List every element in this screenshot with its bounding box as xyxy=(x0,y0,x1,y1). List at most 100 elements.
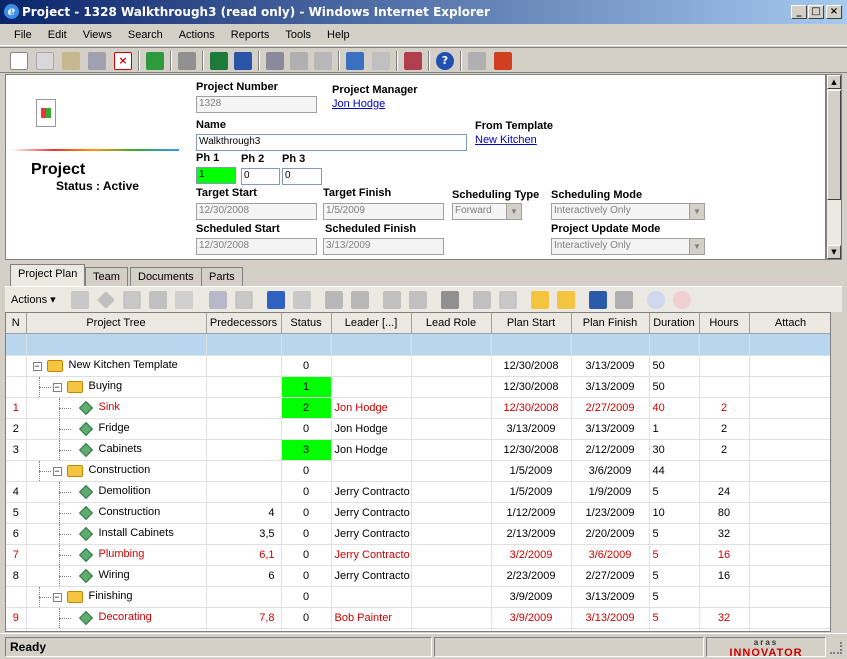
resize-grip[interactable] xyxy=(830,642,842,654)
tab-project-plan[interactable]: Project Plan xyxy=(10,264,86,286)
copy-icon[interactable] xyxy=(209,291,227,309)
help-icon[interactable]: ? xyxy=(436,52,454,70)
exit-icon[interactable] xyxy=(494,52,512,70)
collapse-icon[interactable]: − xyxy=(52,466,62,476)
table-row[interactable]: 9 Decorating 7,8 0 Bob Painter 3/9/2009 3/13/2… xyxy=(6,607,830,629)
column-header-plan-finish[interactable]: Plan Finish xyxy=(571,313,650,334)
table-row[interactable]: 1 Sink 2 Jon Hodge 12/30/2008 2/27/2009 40 2 xyxy=(6,397,830,419)
add-icon[interactable] xyxy=(71,291,89,309)
column-header-status[interactable]: Status xyxy=(281,313,332,334)
menu-tools[interactable]: Tools xyxy=(277,26,319,41)
version-icon[interactable] xyxy=(372,52,390,70)
unlock-icon[interactable] xyxy=(290,52,308,70)
menu-actions[interactable]: Actions xyxy=(171,26,223,41)
menu-edit[interactable]: Edit xyxy=(40,26,75,41)
table-row[interactable]: 5 Construction 4 0 Jerry Contracto 1/12/2009 1… xyxy=(6,502,830,524)
actions-dropdown[interactable]: Actions ▾ xyxy=(11,293,56,306)
tab-parts[interactable]: Parts xyxy=(201,267,243,286)
cell-project-tree[interactable]: Demolition xyxy=(26,481,207,503)
undo-icon[interactable] xyxy=(314,52,332,70)
table-row[interactable]: 3 Cabinets 3 Jon Hodge 12/30/2008 2/12/2009 30… xyxy=(6,439,830,461)
column-header-n[interactable]: N xyxy=(6,313,27,334)
print-icon[interactable] xyxy=(178,52,196,70)
cell-project-tree[interactable]: − Finishing xyxy=(26,586,207,608)
folder-icon[interactable] xyxy=(557,291,575,309)
table-row[interactable]: − Construction 0 1/5/2009 3/6/2009 44 xyxy=(6,460,830,482)
gate-icon[interactable] xyxy=(123,291,141,309)
menu-help[interactable]: Help xyxy=(319,26,358,41)
view-icon[interactable] xyxy=(36,52,54,70)
remove-icon[interactable] xyxy=(235,291,253,309)
collapse-icon[interactable]: − xyxy=(32,361,42,371)
scheduled-finish-field[interactable]: 3/13/2009 xyxy=(323,238,444,255)
folder-add-icon[interactable] xyxy=(175,291,193,309)
paste-icon[interactable] xyxy=(499,291,517,309)
move-down-icon[interactable] xyxy=(383,291,401,309)
lock-icon[interactable] xyxy=(266,52,284,70)
open-icon[interactable] xyxy=(62,52,80,70)
scheduling-mode-select[interactable]: Interactively Only ▼ xyxy=(551,203,705,220)
project-update-mode-select[interactable]: Interactively Only ▼ xyxy=(551,238,705,255)
promote-icon[interactable] xyxy=(346,52,364,70)
column-header-lead-role[interactable]: Lead Role xyxy=(411,313,492,334)
collapse-icon[interactable]: − xyxy=(52,382,62,392)
scroll-down-icon[interactable]: ▼ xyxy=(827,245,841,259)
where-used-icon[interactable] xyxy=(404,52,422,70)
tab-documents[interactable]: Documents xyxy=(130,267,202,286)
milestone-icon[interactable] xyxy=(97,291,115,309)
form-scrollbar[interactable]: ▲ ▼ xyxy=(826,74,842,260)
target-finish-field[interactable]: 1/5/2009 xyxy=(323,203,444,220)
target-start-field[interactable]: 12/30/2008 xyxy=(196,203,317,220)
minimize-button[interactable]: _ xyxy=(791,5,807,19)
chevron-down-icon[interactable]: ▼ xyxy=(689,204,704,219)
calendar-icon[interactable] xyxy=(267,291,285,309)
cell-project-tree[interactable]: Wiring xyxy=(26,565,207,587)
open-folder-icon[interactable] xyxy=(531,291,549,309)
ph3-field[interactable]: 0 xyxy=(282,168,322,185)
outdent-icon[interactable] xyxy=(325,291,343,309)
column-header-predecessors[interactable]: Predecessors xyxy=(206,313,282,334)
table-row[interactable]: 7 Plumbing 6,1 0 Jerry Contracto 3/2/2009 3/6/… xyxy=(6,544,830,566)
cell-project-tree[interactable]: − Buying xyxy=(26,376,207,398)
from-template-link[interactable]: New Kitchen xyxy=(475,134,537,146)
table-row[interactable]: − New Kitchen Template 0 12/30/2008 3/13/200… xyxy=(6,355,830,377)
cell-project-tree[interactable]: Install Cabinets xyxy=(26,523,207,545)
cell-project-tree[interactable]: Sink xyxy=(26,397,207,419)
gantt-icon[interactable] xyxy=(589,291,607,309)
scroll-up-icon[interactable]: ▲ xyxy=(827,75,841,89)
column-header-leader[interactable]: Leader [...] xyxy=(331,313,412,334)
logout-icon[interactable] xyxy=(468,52,486,70)
column-header-duration[interactable]: Duration xyxy=(649,313,700,334)
project-manager-link[interactable]: Jon Hodge xyxy=(332,98,385,110)
scheduling-type-select[interactable]: Forward ▼ xyxy=(452,203,522,220)
column-header-project-tree[interactable]: Project Tree xyxy=(26,313,207,334)
collapse-icon[interactable]: − xyxy=(52,592,62,602)
ph1-field[interactable]: 1 xyxy=(196,167,236,184)
excel-icon[interactable] xyxy=(210,52,228,70)
zoom-in-icon[interactable] xyxy=(647,291,665,309)
new-icon[interactable] xyxy=(10,52,28,70)
move-up-icon[interactable] xyxy=(409,291,427,309)
cell-project-tree[interactable]: Plumbing xyxy=(26,544,207,566)
tag-icon[interactable] xyxy=(149,291,167,309)
menu-search[interactable]: Search xyxy=(120,26,171,41)
menu-file[interactable]: File xyxy=(6,26,40,41)
table-row[interactable]: 4 Demolition 0 Jerry Contracto 1/5/2009 1/9/2… xyxy=(6,481,830,503)
column-header-plan-start[interactable]: Plan Start xyxy=(491,313,572,334)
print-icon[interactable] xyxy=(441,291,459,309)
cell-project-tree[interactable]: Fridge xyxy=(26,418,207,440)
cell-project-tree[interactable]: − New Kitchen Template xyxy=(26,355,207,377)
name-field[interactable]: Walkthrough3 xyxy=(196,134,467,151)
table-row[interactable]: 6 Install Cabinets 3,5 0 Jerry Contracto 2/13… xyxy=(6,523,830,545)
zoom-out-icon[interactable] xyxy=(673,291,691,309)
refresh-icon[interactable] xyxy=(146,52,164,70)
scheduled-start-field[interactable]: 12/30/2008 xyxy=(196,238,317,255)
tab-team[interactable]: Team xyxy=(85,267,128,286)
scroll-thumb[interactable] xyxy=(827,90,841,200)
cut-icon[interactable] xyxy=(473,291,491,309)
menu-views[interactable]: Views xyxy=(75,26,120,41)
menu-reports[interactable]: Reports xyxy=(223,26,278,41)
delete-icon[interactable]: × xyxy=(114,52,132,70)
table-row[interactable]: − Finishing 0 3/9/2009 3/13/2009 5 xyxy=(6,586,830,608)
close-button[interactable]: × xyxy=(826,5,842,19)
